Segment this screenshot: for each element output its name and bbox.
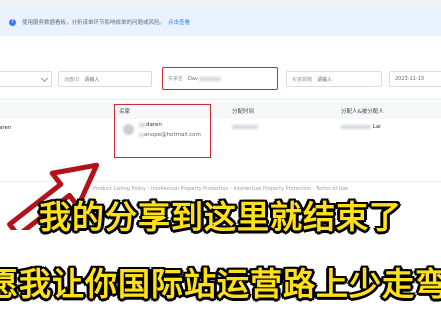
assign-time-blurred [232, 124, 258, 129]
assign-time [232, 124, 258, 130]
assignee-blurred [341, 124, 371, 129]
divider [0, 99, 441, 100]
buyer-email-label: 买家邮箱 [292, 76, 313, 83]
buyer-name-value: Dav [188, 75, 198, 82]
col-assign-time: 分配时间 [232, 109, 255, 115]
top-bar [0, 0, 441, 8]
buyer-name-field[interactable]: 买家名 Dav [162, 67, 278, 90]
inquiry-id-placeholder: 请输入 [84, 76, 100, 83]
col-assignee: 分配人&被分配人 [341, 109, 384, 115]
assignee-text: Lai [372, 124, 381, 130]
caption-line-1: 我的分享到这里就结束了 [38, 198, 402, 236]
notice-link[interactable]: 点击查看 [168, 18, 190, 26]
buyer-name-blurred [198, 76, 221, 81]
chevron-down-icon [40, 74, 49, 83]
caption-line-2: 愿我让你国际站运营路上少走弯 [0, 265, 441, 303]
buyer-name-label: 买家名 [168, 76, 184, 82]
table-header: 买家 分配时间 分配人&被分配人 [0, 102, 441, 119]
row-left-name: aren [0, 125, 12, 131]
notice-banner: ? 使用服务数据看板，分析该单环节影响成单的问题或风险。 点击查看 [0, 8, 441, 37]
date-value: 2023-11-13 [395, 76, 425, 82]
buyer-highlight-box [114, 104, 211, 158]
filter-select[interactable] [0, 71, 52, 87]
buyer-email-placeholder: 请输入 [317, 76, 333, 83]
assignee: Lai [341, 124, 381, 130]
notice-text: 使用服务数据看板，分析该单环节影响成单的问题或风险。 [22, 20, 166, 26]
info-icon: ? [9, 18, 16, 26]
buyer-email-field[interactable]: 买家邮箱 请输入 [286, 71, 382, 87]
date-field[interactable]: 2023-11-13 [389, 71, 441, 87]
inquiry-id-label: 询盘ID [64, 76, 80, 83]
spacer [0, 36, 441, 56]
inquiry-id-field[interactable]: 询盘ID 请输入 [58, 71, 152, 87]
